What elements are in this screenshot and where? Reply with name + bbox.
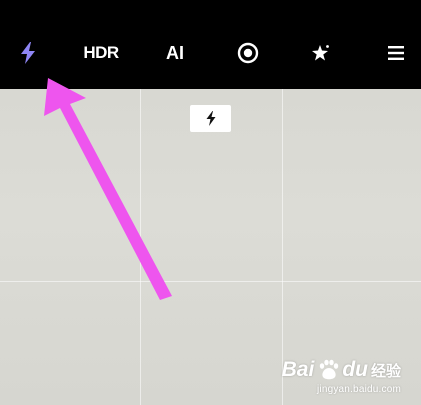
watermark-url: jingyan.baidu.com — [316, 384, 401, 395]
watermark-brand-suffix: du — [342, 358, 368, 381]
watermark-jingyan: 经验 — [370, 361, 401, 380]
flash-button[interactable] — [14, 34, 42, 72]
hdr-button[interactable]: HDR — [80, 34, 122, 72]
baidu-jingyan-watermark: Bai du 经验 jingyan.baidu.com — [282, 358, 401, 395]
menu-button[interactable] — [386, 34, 406, 72]
live-photo-button[interactable] — [236, 34, 260, 72]
filter-button[interactable] — [310, 34, 332, 72]
paw-icon — [320, 359, 339, 380]
flash-indicator — [190, 105, 231, 132]
ai-label: AI — [166, 42, 184, 63]
camera-toolbar: HDR AI — [0, 0, 421, 89]
lightning-bolt-icon — [21, 42, 35, 64]
watermark-brand: Bai — [281, 358, 315, 381]
grid-line — [0, 281, 421, 282]
magic-star-icon — [312, 45, 329, 61]
ai-button[interactable]: AI — [162, 34, 188, 72]
grid-line — [140, 89, 141, 405]
lightning-bolt-icon — [206, 111, 215, 126]
hamburger-menu-icon — [388, 46, 404, 60]
live-photo-icon — [237, 42, 259, 64]
